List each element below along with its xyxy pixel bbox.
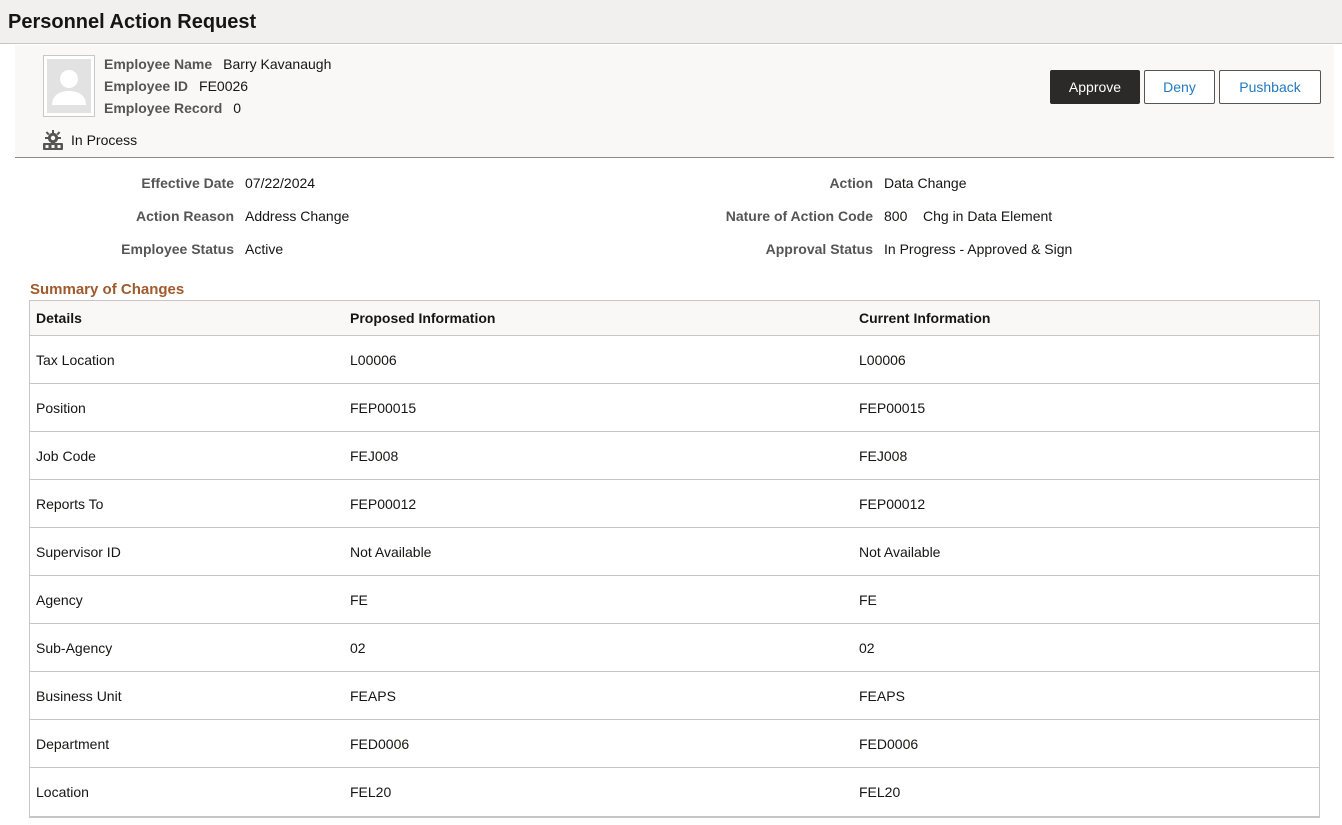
- employee-name-label: Employee Name: [104, 56, 213, 72]
- employee-header: Employee Name Barry Kavanaugh Employee ID…: [15, 45, 1334, 158]
- employee-record-label: Employee Record: [104, 100, 223, 116]
- cell-proposed: L00006: [350, 351, 397, 368]
- employee-photo: [43, 55, 95, 117]
- summary-title: Summary of Changes: [30, 281, 185, 298]
- cell-proposed: FEP00012: [350, 495, 417, 512]
- cell-details: Reports To: [36, 495, 104, 512]
- cell-proposed: FEL20: [350, 784, 392, 800]
- noa-code-label: Nature of Action Code: [725, 208, 873, 224]
- cell-details: Tax Location: [36, 351, 115, 368]
- summary-grid: Details Proposed Information Current Inf…: [29, 300, 1320, 818]
- action-field: Action Data Change: [0, 175, 1342, 193]
- approval-status-label: Approval Status: [765, 241, 873, 257]
- noa-code-field: Nature of Action Code 800 Chg in Data El…: [0, 208, 1342, 226]
- cell-details: Business Unit: [36, 687, 122, 704]
- column-header-current: Current Information: [859, 310, 991, 326]
- cell-proposed: FED0006: [350, 735, 410, 752]
- cell-current: 02: [859, 639, 875, 656]
- cell-current: FEP00012: [859, 495, 926, 512]
- cell-details: Sub-Agency: [36, 639, 113, 656]
- cell-proposed: Not Available: [350, 543, 432, 560]
- employee-record-row: Employee Record 0: [104, 100, 241, 116]
- cell-proposed: FEAPS: [350, 687, 396, 704]
- cell-current: FEP00015: [859, 399, 926, 416]
- employee-name-row: Employee Name Barry Kavanaugh: [104, 56, 331, 72]
- cell-details: Department: [36, 735, 110, 752]
- employee-id-row: Employee ID FE0026: [104, 78, 248, 94]
- approve-button[interactable]: Approve: [1050, 70, 1140, 104]
- cell-current: FEJ008: [859, 447, 908, 464]
- action-value: Data Change: [884, 175, 967, 191]
- cell-proposed: 02: [350, 639, 366, 656]
- gear-process-icon: [42, 129, 64, 151]
- deny-button[interactable]: Deny: [1144, 70, 1215, 104]
- cell-proposed: FE: [350, 591, 368, 608]
- cell-details: Agency: [36, 591, 83, 608]
- table-row: Sub-Agency 02 02: [30, 624, 1319, 672]
- grid-header-row: Details Proposed Information Current Inf…: [30, 301, 1319, 336]
- cell-details: Location: [36, 784, 89, 800]
- cell-proposed: FEJ008: [350, 447, 399, 464]
- action-label: Action: [829, 175, 873, 191]
- table-row: Reports To FEP00012 FEP00012: [30, 480, 1319, 528]
- table-row: Supervisor ID Not Available Not Availabl…: [30, 528, 1319, 576]
- title-bar: Personnel Action Request: [0, 0, 1342, 44]
- pushback-button[interactable]: Pushback: [1219, 70, 1321, 104]
- table-row: Tax Location L00006 L00006: [30, 336, 1319, 384]
- employee-id-label: Employee ID: [104, 78, 189, 94]
- employee-record: 0: [233, 100, 242, 116]
- noa-code-description: Chg in Data Element: [923, 208, 1053, 224]
- table-row: Job Code FEJ008 FEJ008: [30, 432, 1319, 480]
- column-header-details: Details: [36, 310, 82, 326]
- table-row: Business Unit FEAPS FEAPS: [30, 672, 1319, 720]
- cell-current: FED0006: [859, 735, 919, 752]
- column-header-proposed: Proposed Information: [350, 310, 496, 326]
- table-row: Location FEL20 FEL20: [30, 768, 1319, 816]
- table-row: Agency FE FE: [30, 576, 1319, 624]
- cell-proposed: FEP00015: [350, 399, 417, 416]
- cell-details: Position: [36, 399, 86, 416]
- cell-details: Job Code: [36, 447, 96, 464]
- noa-code-value: 800: [884, 208, 908, 224]
- table-row: Department FED0006 FED0006: [30, 720, 1319, 768]
- cell-current: FEAPS: [859, 687, 905, 704]
- person-silhouette-icon: [47, 59, 91, 113]
- table-row: Position FEP00015 FEP00015: [30, 384, 1319, 432]
- page-title: Personnel Action Request: [8, 11, 257, 33]
- cell-current: L00006: [859, 351, 906, 368]
- employee-name: Barry Kavanaugh: [223, 56, 332, 72]
- process-status-text: In Process: [71, 132, 138, 148]
- employee-id: FE0026: [199, 78, 249, 94]
- approval-status-value: In Progress - Approved & Sign: [884, 241, 1073, 257]
- cell-details: Supervisor ID: [36, 543, 121, 560]
- cell-current: FEL20: [859, 784, 901, 800]
- cell-current: Not Available: [859, 543, 941, 560]
- process-status: In Process: [42, 129, 137, 151]
- approval-status-field: Approval Status In Progress - Approved &…: [0, 241, 1342, 259]
- cell-current: FE: [859, 591, 877, 608]
